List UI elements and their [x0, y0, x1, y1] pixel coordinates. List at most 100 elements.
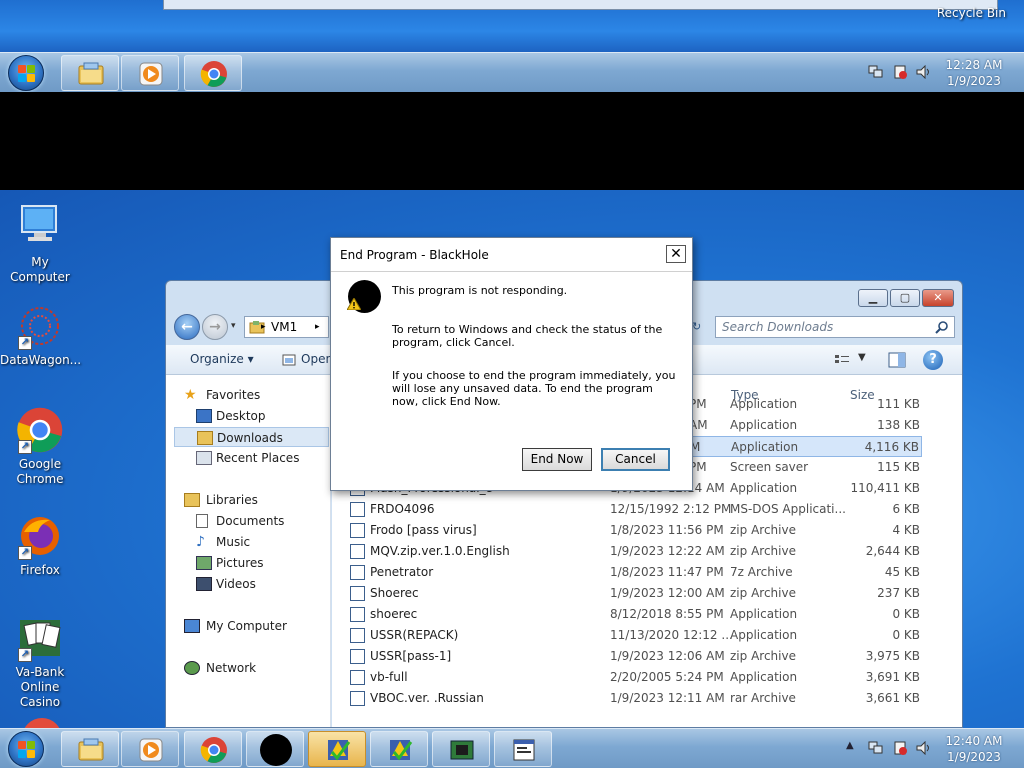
file-type: Application	[730, 670, 798, 684]
file-name: VBOC.ver. .Russian	[370, 691, 484, 705]
table-row[interactable]: FRDO4096 12/15/1992 2:12 PM MS-DOS Applica…	[338, 499, 922, 520]
file-size: 45 KB	[884, 565, 920, 579]
search-input[interactable]: Search Downloads	[715, 316, 955, 338]
end-now-button[interactable]: End Now	[522, 448, 592, 471]
file-type: zip Archive	[730, 544, 796, 558]
desktop-icon-va-bank[interactable]: ↗ Va-Bank Online Casino	[0, 614, 80, 710]
file-type: Screen saver	[730, 460, 809, 474]
nav-my-computer[interactable]: My Computer	[174, 616, 329, 636]
taskbar-explorer-button[interactable]	[61, 731, 119, 767]
chrome-icon	[200, 737, 227, 763]
action-center-icon[interactable]	[892, 741, 908, 755]
back-button[interactable]: ←	[174, 314, 200, 340]
action-center-icon[interactable]	[892, 65, 908, 79]
partial-desktop-icon	[22, 718, 62, 728]
top-clock[interactable]: 12:28 AM 1/9/2023	[938, 57, 1010, 89]
desktop-icon-google-chrome[interactable]: ↗ Google Chrome	[0, 406, 80, 487]
top-taskbar: 12:28 AM 1/9/2023	[0, 52, 1024, 92]
top-desktop-strip: Recycle Bin	[0, 0, 1024, 52]
table-row[interactable]: Shoerec 1/9/2023 12:00 AM zip Archive 237 K…	[338, 583, 922, 604]
table-row[interactable]: USSR(REPACK) 11/13/2020 12:12 ... Applicat…	[338, 625, 922, 646]
forward-button[interactable]: →	[202, 314, 228, 340]
libraries-icon	[184, 493, 200, 507]
volume-icon[interactable]	[916, 741, 932, 755]
dialog-title-bar: End Program - BlackHole ✕	[331, 238, 692, 272]
nav-favorites[interactable]: ★ Favorites	[174, 385, 329, 405]
media-player-icon	[139, 738, 163, 762]
navigation-pane: ★ Favorites Desktop Downloads Recent Pla…	[166, 375, 331, 727]
taskbar-checkmark-app-button[interactable]	[308, 731, 366, 767]
nav-documents[interactable]: Documents	[174, 511, 329, 531]
view-options-icon[interactable]	[834, 353, 850, 367]
taskbar-chrome-button[interactable]	[184, 731, 242, 767]
address-bar[interactable]: ▸ VM1 ▸	[244, 316, 329, 338]
downloads-folder-icon	[197, 431, 213, 445]
file-size: 0 KB	[892, 607, 920, 621]
file-date: 1/9/2023 12:06 AM	[610, 649, 725, 663]
show-hidden-icons-chevron-icon[interactable]: ▲	[846, 740, 854, 751]
table-row[interactable]: vb-full 2/20/2005 5:24 PM Application 3,691…	[338, 667, 922, 688]
table-row[interactable]: Penetrator 1/8/2023 11:47 PM 7z Archive 45 …	[338, 562, 922, 583]
preview-pane-icon[interactable]	[888, 352, 906, 368]
desktop-icon-firefox[interactable]: ↗ Firefox	[0, 512, 80, 578]
top-taskbar-explorer-button[interactable]	[61, 55, 119, 91]
nav-recent-places[interactable]: Recent Places	[174, 448, 329, 468]
recent-pages-chevron-icon[interactable]: ▾	[231, 321, 236, 331]
view-dropdown-chevron-icon[interactable]: ▼	[858, 352, 866, 363]
nav-desktop[interactable]: Desktop	[174, 406, 329, 426]
file-size: 3,691 KB	[865, 670, 920, 684]
taskbar-media-button[interactable]	[121, 731, 179, 767]
nav-downloads[interactable]: Downloads	[174, 427, 329, 447]
file-name: MQV.zip.ver.1.0.English	[370, 544, 510, 558]
dialog-close-button[interactable]: ✕	[666, 245, 686, 263]
table-row[interactable]: MQV.zip.ver.1.0.English 1/9/2023 12:22 AM…	[338, 541, 922, 562]
nav-videos[interactable]: Videos	[174, 574, 329, 594]
refresh-icon[interactable]: ↻	[692, 316, 708, 338]
table-row[interactable]: USSR[pass-1] 1/9/2023 12:06 AM zip Archive…	[338, 646, 922, 667]
desktop-icon-datawagon[interactable]: ↗ DataWagon...	[0, 302, 81, 368]
file-date: 2/20/2005 5:24 PM	[610, 670, 724, 684]
network-icon[interactable]	[868, 65, 884, 79]
desktop-icon-my-computer[interactable]: My Computer	[0, 200, 80, 285]
taskbar-checkmark-app-2-button[interactable]	[370, 731, 428, 767]
start-button[interactable]	[8, 731, 44, 767]
table-row[interactable]: shoerec 8/12/2018 8:55 PM Application 0 KB	[338, 604, 922, 625]
nav-label: Documents	[216, 514, 285, 528]
help-icon[interactable]: ?	[923, 350, 943, 370]
open-button[interactable]: Open	[301, 352, 333, 366]
nav-label: Desktop	[216, 409, 266, 423]
nav-pictures[interactable]: Pictures	[174, 553, 329, 573]
file-name: Frodo [pass virus]	[370, 523, 477, 537]
dialog-message-cancel: To return to Windows and check the statu…	[392, 323, 663, 349]
network-icon[interactable]	[868, 741, 884, 755]
maximize-button[interactable]: ▢	[890, 289, 920, 307]
organize-button[interactable]: Organize ▾	[190, 352, 254, 366]
taskbar-document-app-button[interactable]	[494, 731, 552, 767]
shortcut-arrow-icon: ↗	[18, 440, 32, 454]
nav-music[interactable]: ♪ Music	[174, 532, 329, 552]
top-start-button[interactable]	[8, 55, 44, 91]
file-icon	[350, 544, 365, 559]
minimize-button[interactable]: ▁	[858, 289, 888, 307]
top-recycle-bin-label[interactable]: Recycle Bin	[937, 6, 1006, 20]
file-size: 138 KB	[877, 418, 920, 432]
file-icon	[350, 649, 365, 664]
file-name: USSR[pass-1]	[370, 649, 452, 663]
taskbar-blackhole-button[interactable]	[246, 731, 304, 767]
cancel-button[interactable]: Cancel	[601, 448, 670, 471]
taskbar-chip-app-button[interactable]	[432, 731, 490, 767]
top-taskbar-chrome-button[interactable]	[184, 55, 242, 91]
file-icon	[350, 670, 365, 685]
nav-libraries[interactable]: Libraries	[174, 490, 329, 510]
file-icon	[350, 607, 365, 622]
volume-icon[interactable]	[916, 65, 932, 79]
table-row[interactable]: VBOC.ver. .Russian 1/9/2023 12:11 AM rar A…	[338, 688, 922, 709]
top-taskbar-media-button[interactable]	[121, 55, 179, 91]
table-row[interactable]: Frodo [pass virus] 1/8/2023 11:56 PM zip A…	[338, 520, 922, 541]
clock[interactable]: 12:40 AM 1/9/2023	[938, 733, 1010, 765]
close-button[interactable]: ✕	[922, 289, 954, 307]
nav-network[interactable]: Network	[174, 658, 329, 678]
top-clock-date: 1/9/2023	[947, 74, 1001, 88]
documents-icon	[196, 514, 208, 528]
file-type: MS-DOS Applicati...	[730, 502, 846, 516]
